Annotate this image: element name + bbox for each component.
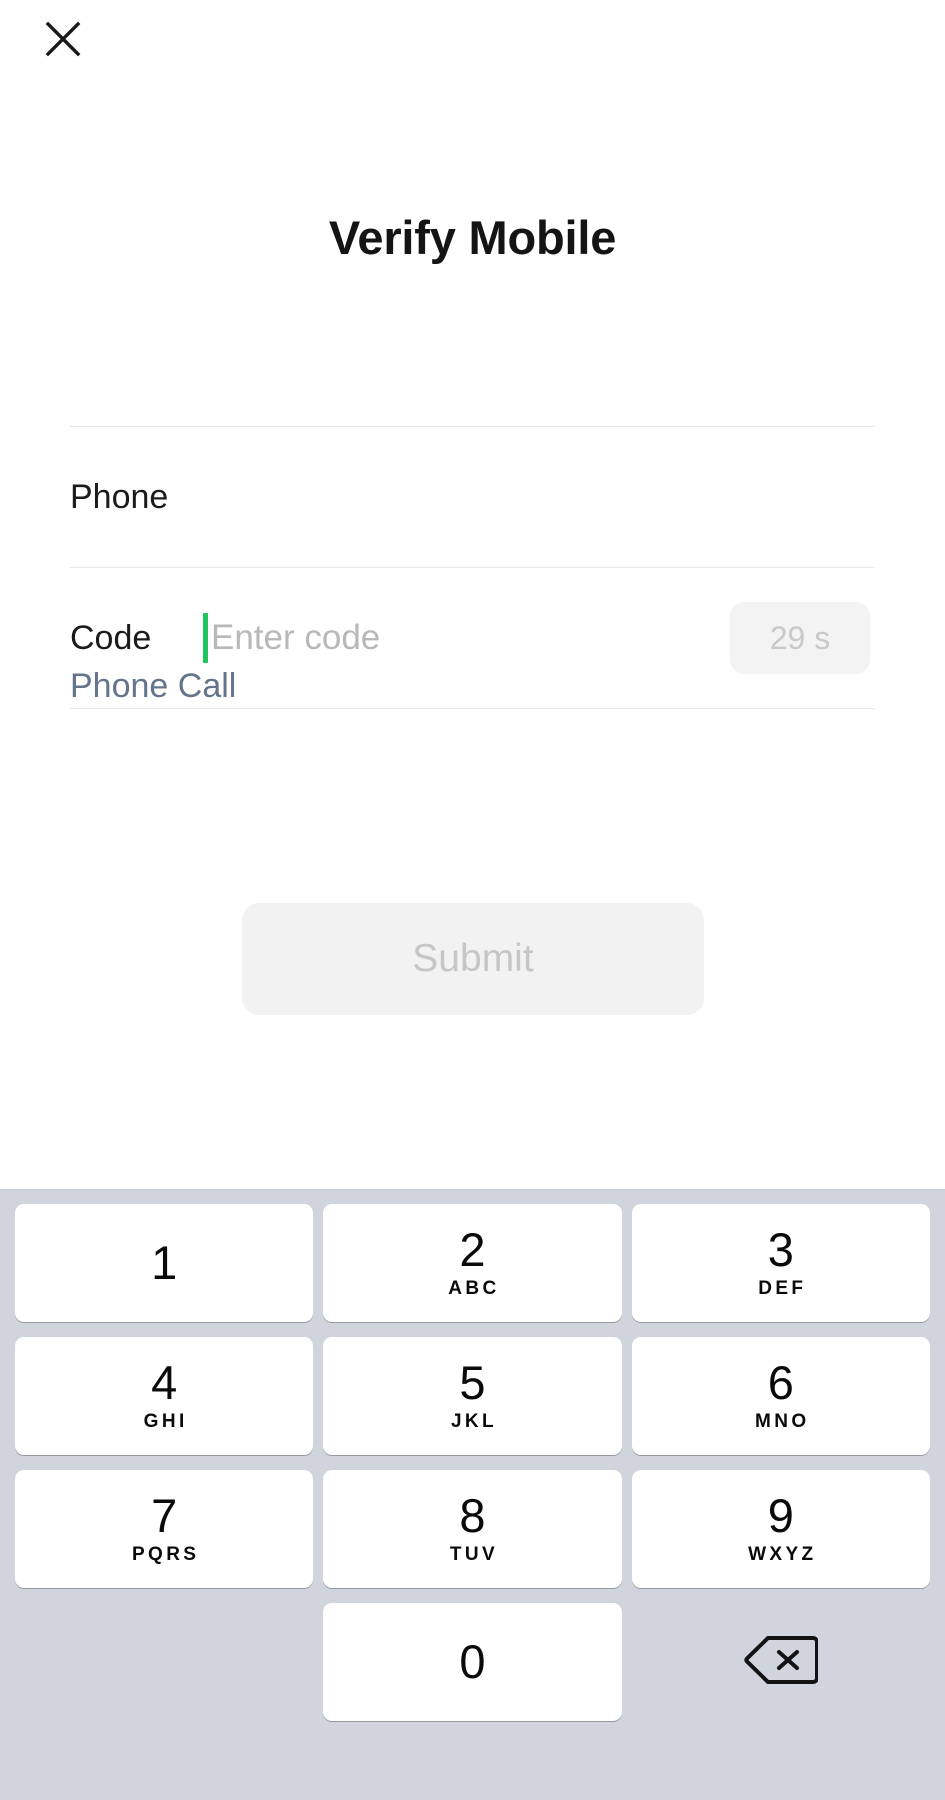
key-letters: GHI — [143, 1411, 188, 1432]
key-5[interactable]: 5 JKL — [323, 1337, 622, 1455]
key-letters: WXYZ — [748, 1544, 817, 1565]
key-digit: 2 — [459, 1223, 486, 1276]
key-letters: DEF — [758, 1278, 807, 1299]
key-digit: 5 — [459, 1356, 486, 1409]
key-digit: 9 — [767, 1489, 794, 1542]
key-9[interactable]: 9 WXYZ — [631, 1470, 930, 1588]
page-title: Verify Mobile — [328, 211, 617, 264]
key-6[interactable]: 6 MNO — [631, 1337, 930, 1455]
keypad-row: 4 GHI 5 JKL 6 MNO — [10, 1337, 935, 1455]
phone-field-row[interactable]: Phone — [70, 427, 875, 567]
resend-timer-button[interactable]: 29 s — [730, 602, 870, 674]
key-letters: PQRS — [131, 1544, 200, 1565]
phone-call-link[interactable]: Phone Call — [70, 663, 236, 709]
key-8[interactable]: 8 TUV — [323, 1470, 622, 1588]
key-1[interactable]: 1 — [15, 1204, 314, 1322]
key-letters: JKL — [450, 1411, 498, 1432]
close-button[interactable] — [36, 12, 90, 66]
code-label: Code — [70, 619, 152, 657]
key-4[interactable]: 4 GHI — [15, 1337, 314, 1455]
keypad-row: 0 — [10, 1603, 935, 1721]
key-blank-left — [15, 1603, 313, 1721]
key-letters: TUV — [449, 1544, 499, 1565]
key-digit: 4 — [151, 1356, 178, 1409]
submit-button[interactable]: Submit — [242, 903, 704, 1015]
key-digit: 6 — [767, 1356, 794, 1409]
verify-mobile-screen: Verify Mobile Phone Code Enter code 29 s… — [0, 0, 945, 1800]
key-digit: 8 — [459, 1489, 486, 1542]
key-letters: ABC — [448, 1278, 500, 1299]
key-digit: 7 — [151, 1489, 178, 1542]
code-placeholder: Enter code — [211, 618, 381, 657]
key-digit: 3 — [767, 1223, 794, 1276]
phone-label: Phone — [70, 478, 169, 516]
text-caret — [203, 613, 208, 663]
keypad-row: 7 PQRS 8 TUV 9 WXYZ — [10, 1470, 935, 1588]
key-digit: 1 — [151, 1236, 178, 1289]
backspace-key[interactable] — [632, 1603, 930, 1721]
keypad-row: 1 2 ABC 3 DEF — [10, 1204, 935, 1322]
key-7[interactable]: 7 PQRS — [15, 1470, 314, 1588]
close-icon — [43, 19, 83, 59]
key-digit: 0 — [459, 1635, 486, 1688]
backspace-icon — [744, 1634, 819, 1691]
numeric-keypad: 1 2 ABC 3 DEF 4 GHI 5 JKL 6 MNO 7 PQRS 8… — [0, 1189, 945, 1800]
key-0[interactable]: 0 — [323, 1603, 622, 1721]
key-2[interactable]: 2 ABC — [323, 1204, 622, 1322]
key-letters: MNO — [755, 1411, 810, 1432]
key-3[interactable]: 3 DEF — [631, 1204, 930, 1322]
